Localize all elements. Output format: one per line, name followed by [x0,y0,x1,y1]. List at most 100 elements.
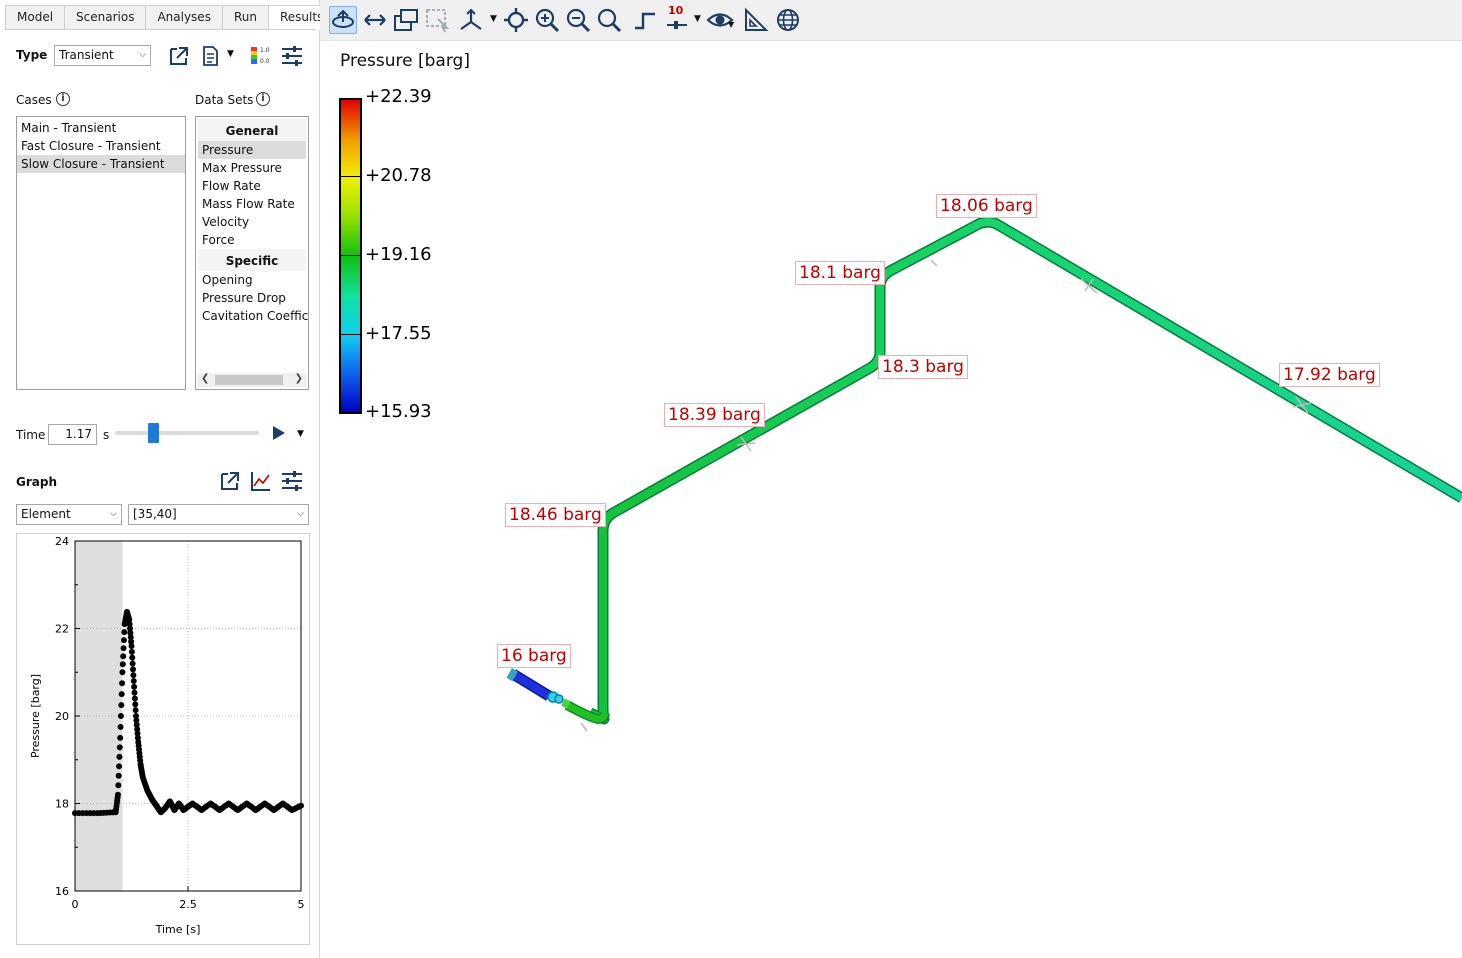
zoom-out-icon[interactable] [564,6,592,34]
export-icon[interactable] [167,44,191,68]
pipe-inlet[interactable] [510,670,552,700]
dataset-item[interactable]: Force [198,231,306,249]
range-select[interactable]: [35,40] ⌵ [128,504,309,525]
center-icon[interactable] [502,6,530,34]
play-options-icon[interactable]: ▼ [297,429,304,439]
shaded-region [75,541,123,891]
data-point-interp [118,691,125,698]
scale-dropdown-icon[interactable]: ▼ [694,14,701,24]
type-select-value: Transient [59,48,114,62]
data-point-interp [132,701,139,708]
tab-scenarios[interactable]: Scenarios [64,5,147,29]
data-point[interactable] [117,734,124,741]
scroll-right-icon[interactable]: ❯ [295,373,303,384]
horizontal-scrollbar[interactable]: ❮ ❯ [197,373,307,387]
support-markers [580,259,1312,732]
main-tabs: Model Scenarios Analyses Run Results [5,5,336,30]
y-tick-label: 20 [55,710,69,723]
y-tick-label: 16 [55,885,69,898]
data-point[interactable] [130,678,137,684]
graph-label: Graph [16,475,57,489]
zoom-in-icon[interactable] [533,6,561,34]
pan-icon[interactable] [361,6,389,34]
dataset-item[interactable]: Pressure [198,141,306,159]
viewport-toolbar: ▼ 10 ▼ ▼ [320,0,1462,41]
data-point-interp [131,683,138,690]
info-icon[interactable]: i [256,92,270,106]
info-icon[interactable]: i [56,92,70,106]
data-point-interp [117,713,124,719]
type-select[interactable]: Transient ⌵ [54,45,151,66]
data-point[interactable] [128,643,135,649]
results-panel: Model Scenarios Analyses Run Results Typ… [0,0,336,958]
pressure-label: 18.3 barg [878,355,968,379]
case-item[interactable]: Fast Closure - Transient [17,137,185,155]
data-point-interp [132,707,139,714]
element-select[interactable]: Element ⌵ [16,504,122,525]
cases-label: Cases [16,93,52,107]
case-item-selected[interactable]: Slow Closure - Transient [17,155,185,173]
pipe-segment [561,698,571,709]
export-icon[interactable] [218,469,242,493]
y-tick-label: 22 [55,623,69,636]
data-point-interp [117,723,124,730]
data-point[interactable] [298,802,304,809]
axes-dropdown-icon[interactable]: ▼ [490,14,497,24]
y-tick-label: 24 [55,535,69,548]
dataset-item[interactable]: Velocity [198,213,306,231]
cases-list[interactable]: Main - Transient Fast Closure - Transien… [16,116,186,390]
scale-icon [667,21,687,29]
pipe-segment[interactable] [588,218,1462,723]
settings-sliders-icon[interactable] [280,44,304,68]
pressure-time-chart[interactable]: 16 18 20 22 24 0 2.5 5 Time [s] Pressure [barg] [17,534,311,946]
tab-run[interactable]: Run [221,5,269,29]
select-icon[interactable] [423,6,451,34]
pipeline-model[interactable] [327,41,1462,958]
pressure-label: 17.92 barg [1279,363,1380,387]
data-point-interp [116,744,123,751]
time-input[interactable]: 1.17 [48,424,97,445]
case-item[interactable]: Main - Transient [17,119,185,137]
report-dropdown-icon[interactable]: ▼ [227,49,234,59]
globe-icon[interactable] [774,6,802,34]
zoom-icon[interactable] [595,6,623,34]
datasets-list[interactable]: General Pressure Max Pressure Flow Rate … [195,116,309,390]
data-point[interactable] [119,669,126,676]
pressure-label: 18.1 barg [795,261,885,285]
step-icon[interactable] [631,6,659,34]
svg-text:0.0: 0.0 [260,58,270,65]
dataset-item[interactable]: Mass Flow Rate [198,195,306,213]
tab-model[interactable]: Model [5,5,66,29]
x-tick-label: 5 [298,898,305,911]
pressure-label: 18.46 barg [505,503,606,527]
dataset-item[interactable]: Cavitation Coefficient [198,307,308,325]
rotate-button[interactable] [329,6,357,34]
axes-icon[interactable] [457,6,485,34]
pressure-label: 18.06 barg [936,194,1037,218]
model-viewport[interactable]: Pressure [barg] +22.39 +20.78 +19.16 +17… [327,41,1462,958]
color-scale-icon[interactable]: 1.0 0.0 [248,44,272,68]
pressure-label: 16 barg [497,644,571,668]
dataset-item[interactable]: Pressure Drop [198,289,306,307]
scrollbar-thumb[interactable] [215,375,283,385]
dataset-item[interactable]: Max Pressure [198,159,306,177]
dataset-item[interactable]: Opening [198,271,306,289]
tab-analyses[interactable]: Analyses [145,5,223,29]
chart-icon[interactable] [249,469,273,493]
play-icon[interactable] [268,422,288,444]
time-slider-track[interactable] [115,431,259,435]
fit-icon[interactable] [392,6,420,34]
report-icon[interactable] [198,44,222,68]
scale-button[interactable]: 10 [664,4,692,34]
time-unit: s [103,428,110,442]
data-point[interactable] [114,791,121,798]
measure-icon[interactable] [742,6,770,34]
dataset-item[interactable]: Flow Rate [198,177,306,195]
app-window: Model Scenarios Analyses Run Results Typ… [0,0,1462,958]
scroll-left-icon[interactable]: ❮ [201,373,209,384]
data-point-interp [119,661,126,668]
time-slider-thumb[interactable] [148,423,160,443]
datasets-group-general: General [198,119,306,141]
view-dropdown-icon[interactable]: ▼ [728,20,734,29]
settings-sliders-icon[interactable] [280,469,304,493]
